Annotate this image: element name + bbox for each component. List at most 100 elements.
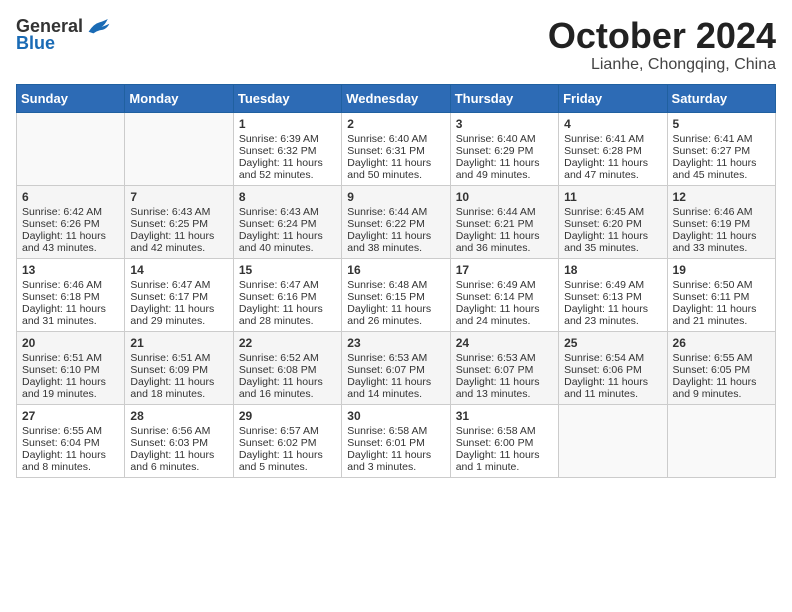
sunset-text: Sunset: 6:29 PM bbox=[456, 145, 534, 157]
daylight-text: Daylight: 11 hours and 38 minutes. bbox=[347, 230, 431, 254]
calendar-day-cell: 11 Sunrise: 6:45 AM Sunset: 6:20 PM Dayl… bbox=[559, 185, 667, 258]
daylight-text: Daylight: 11 hours and 50 minutes. bbox=[347, 157, 431, 181]
daylight-text: Daylight: 11 hours and 45 minutes. bbox=[673, 157, 757, 181]
calendar-day-cell: 17 Sunrise: 6:49 AM Sunset: 6:14 PM Dayl… bbox=[450, 258, 558, 331]
daylight-text: Daylight: 11 hours and 29 minutes. bbox=[130, 303, 214, 327]
calendar-day-cell: 18 Sunrise: 6:49 AM Sunset: 6:13 PM Dayl… bbox=[559, 258, 667, 331]
logo-blue-text: Blue bbox=[16, 33, 55, 54]
day-number: 28 bbox=[130, 409, 227, 423]
sunrise-text: Sunrise: 6:53 AM bbox=[456, 352, 536, 364]
day-number: 17 bbox=[456, 263, 553, 277]
day-number: 12 bbox=[673, 190, 770, 204]
day-number: 29 bbox=[239, 409, 336, 423]
sunrise-text: Sunrise: 6:51 AM bbox=[130, 352, 210, 364]
sunrise-text: Sunrise: 6:44 AM bbox=[456, 206, 536, 218]
daylight-text: Daylight: 11 hours and 21 minutes. bbox=[673, 303, 757, 327]
calendar-day-cell: 23 Sunrise: 6:53 AM Sunset: 6:07 PM Dayl… bbox=[342, 331, 450, 404]
daylight-text: Daylight: 11 hours and 23 minutes. bbox=[564, 303, 648, 327]
title-section: October 2024 Lianhe, Chongqing, China bbox=[548, 16, 776, 74]
calendar-day-cell: 4 Sunrise: 6:41 AM Sunset: 6:28 PM Dayli… bbox=[559, 112, 667, 185]
sunrise-text: Sunrise: 6:44 AM bbox=[347, 206, 427, 218]
sunset-text: Sunset: 6:07 PM bbox=[347, 364, 425, 376]
day-number: 14 bbox=[130, 263, 227, 277]
day-number: 1 bbox=[239, 117, 336, 131]
daylight-text: Daylight: 11 hours and 8 minutes. bbox=[22, 449, 106, 473]
daylight-text: Daylight: 11 hours and 42 minutes. bbox=[130, 230, 214, 254]
daylight-text: Daylight: 11 hours and 13 minutes. bbox=[456, 376, 540, 400]
daylight-text: Daylight: 11 hours and 28 minutes. bbox=[239, 303, 323, 327]
calendar-day-cell: 19 Sunrise: 6:50 AM Sunset: 6:11 PM Dayl… bbox=[667, 258, 775, 331]
day-number: 10 bbox=[456, 190, 553, 204]
day-number: 27 bbox=[22, 409, 119, 423]
calendar-day-cell: 25 Sunrise: 6:54 AM Sunset: 6:06 PM Dayl… bbox=[559, 331, 667, 404]
day-number: 13 bbox=[22, 263, 119, 277]
sunset-text: Sunset: 6:18 PM bbox=[22, 291, 100, 303]
day-number: 11 bbox=[564, 190, 661, 204]
calendar-day-cell: 24 Sunrise: 6:53 AM Sunset: 6:07 PM Dayl… bbox=[450, 331, 558, 404]
calendar-day-cell: 14 Sunrise: 6:47 AM Sunset: 6:17 PM Dayl… bbox=[125, 258, 233, 331]
sunrise-text: Sunrise: 6:55 AM bbox=[22, 425, 102, 437]
calendar-day-cell bbox=[125, 112, 233, 185]
sunrise-text: Sunrise: 6:51 AM bbox=[22, 352, 102, 364]
calendar-week-row: 27 Sunrise: 6:55 AM Sunset: 6:04 PM Dayl… bbox=[17, 404, 776, 477]
sunrise-text: Sunrise: 6:55 AM bbox=[673, 352, 753, 364]
day-number: 26 bbox=[673, 336, 770, 350]
calendar-day-cell: 1 Sunrise: 6:39 AM Sunset: 6:32 PM Dayli… bbox=[233, 112, 341, 185]
daylight-text: Daylight: 11 hours and 1 minute. bbox=[456, 449, 540, 473]
day-number: 2 bbox=[347, 117, 444, 131]
calendar-day-cell: 28 Sunrise: 6:56 AM Sunset: 6:03 PM Dayl… bbox=[125, 404, 233, 477]
daylight-text: Daylight: 11 hours and 11 minutes. bbox=[564, 376, 648, 400]
daylight-text: Daylight: 11 hours and 9 minutes. bbox=[673, 376, 757, 400]
sunset-text: Sunset: 6:11 PM bbox=[673, 291, 750, 303]
sunset-text: Sunset: 6:27 PM bbox=[673, 145, 751, 157]
daylight-text: Daylight: 11 hours and 14 minutes. bbox=[347, 376, 431, 400]
daylight-text: Daylight: 11 hours and 33 minutes. bbox=[673, 230, 757, 254]
sunset-text: Sunset: 6:19 PM bbox=[673, 218, 751, 230]
sunset-text: Sunset: 6:25 PM bbox=[130, 218, 208, 230]
day-number: 4 bbox=[564, 117, 661, 131]
sunset-text: Sunset: 6:15 PM bbox=[347, 291, 425, 303]
calendar-day-cell: 2 Sunrise: 6:40 AM Sunset: 6:31 PM Dayli… bbox=[342, 112, 450, 185]
daylight-text: Daylight: 11 hours and 24 minutes. bbox=[456, 303, 540, 327]
sunrise-text: Sunrise: 6:40 AM bbox=[456, 133, 536, 145]
logo: General Blue bbox=[16, 16, 111, 54]
calendar-day-cell: 20 Sunrise: 6:51 AM Sunset: 6:10 PM Dayl… bbox=[17, 331, 125, 404]
sunset-text: Sunset: 6:22 PM bbox=[347, 218, 425, 230]
day-number: 21 bbox=[130, 336, 227, 350]
column-header-sunday: Sunday bbox=[17, 84, 125, 112]
calendar-day-cell: 10 Sunrise: 6:44 AM Sunset: 6:21 PM Dayl… bbox=[450, 185, 558, 258]
sunrise-text: Sunrise: 6:47 AM bbox=[239, 279, 319, 291]
calendar-week-row: 1 Sunrise: 6:39 AM Sunset: 6:32 PM Dayli… bbox=[17, 112, 776, 185]
page-header: General Blue October 2024 Lianhe, Chongq… bbox=[16, 16, 776, 74]
sunrise-text: Sunrise: 6:42 AM bbox=[22, 206, 102, 218]
calendar-day-cell: 3 Sunrise: 6:40 AM Sunset: 6:29 PM Dayli… bbox=[450, 112, 558, 185]
day-number: 23 bbox=[347, 336, 444, 350]
daylight-text: Daylight: 11 hours and 43 minutes. bbox=[22, 230, 106, 254]
daylight-text: Daylight: 11 hours and 18 minutes. bbox=[130, 376, 214, 400]
calendar-day-cell: 9 Sunrise: 6:44 AM Sunset: 6:22 PM Dayli… bbox=[342, 185, 450, 258]
daylight-text: Daylight: 11 hours and 6 minutes. bbox=[130, 449, 214, 473]
sunset-text: Sunset: 6:08 PM bbox=[239, 364, 317, 376]
sunset-text: Sunset: 6:01 PM bbox=[347, 437, 425, 449]
day-number: 16 bbox=[347, 263, 444, 277]
day-number: 18 bbox=[564, 263, 661, 277]
calendar-week-row: 20 Sunrise: 6:51 AM Sunset: 6:10 PM Dayl… bbox=[17, 331, 776, 404]
sunrise-text: Sunrise: 6:54 AM bbox=[564, 352, 644, 364]
calendar-day-cell: 21 Sunrise: 6:51 AM Sunset: 6:09 PM Dayl… bbox=[125, 331, 233, 404]
calendar-day-cell: 26 Sunrise: 6:55 AM Sunset: 6:05 PM Dayl… bbox=[667, 331, 775, 404]
calendar-header-row: SundayMondayTuesdayWednesdayThursdayFrid… bbox=[17, 84, 776, 112]
sunset-text: Sunset: 6:31 PM bbox=[347, 145, 425, 157]
day-number: 22 bbox=[239, 336, 336, 350]
month-title: October 2024 bbox=[548, 16, 776, 56]
daylight-text: Daylight: 11 hours and 36 minutes. bbox=[456, 230, 540, 254]
sunrise-text: Sunrise: 6:50 AM bbox=[673, 279, 753, 291]
day-number: 6 bbox=[22, 190, 119, 204]
calendar-day-cell: 27 Sunrise: 6:55 AM Sunset: 6:04 PM Dayl… bbox=[17, 404, 125, 477]
daylight-text: Daylight: 11 hours and 5 minutes. bbox=[239, 449, 323, 473]
sunset-text: Sunset: 6:32 PM bbox=[239, 145, 317, 157]
column-header-wednesday: Wednesday bbox=[342, 84, 450, 112]
sunset-text: Sunset: 6:03 PM bbox=[130, 437, 208, 449]
daylight-text: Daylight: 11 hours and 35 minutes. bbox=[564, 230, 648, 254]
sunset-text: Sunset: 6:06 PM bbox=[564, 364, 642, 376]
daylight-text: Daylight: 11 hours and 49 minutes. bbox=[456, 157, 540, 181]
